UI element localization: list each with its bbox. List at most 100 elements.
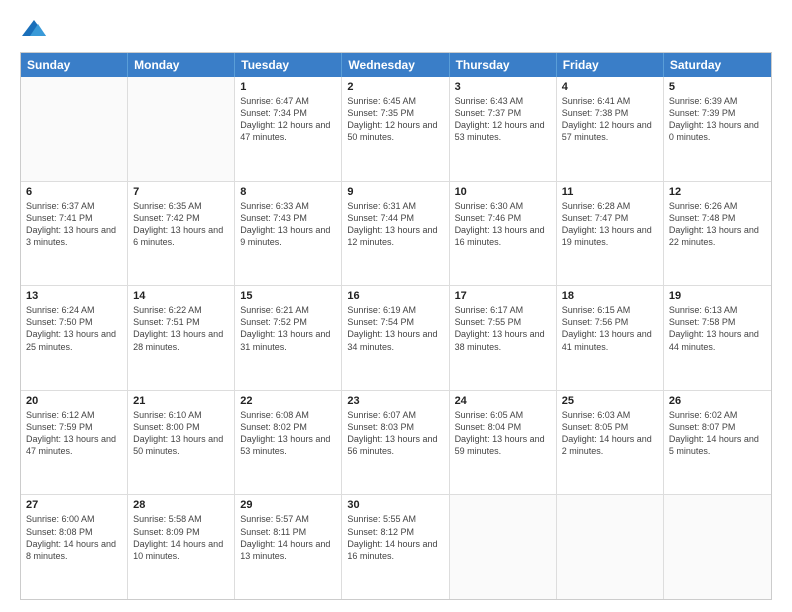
cell-detail: Sunrise: 6:30 AMSunset: 7:46 PMDaylight:… <box>455 200 551 249</box>
day-number: 11 <box>562 186 658 198</box>
calendar-cell: 18 Sunrise: 6:15 AMSunset: 7:56 PMDayligh… <box>557 286 664 390</box>
calendar: SundayMondayTuesdayWednesdayThursdayFrid… <box>20 52 772 600</box>
cell-detail: Sunrise: 6:33 AMSunset: 7:43 PMDaylight:… <box>240 200 336 249</box>
calendar-body: 1Sunrise: 6:47 AMSunset: 7:34 PMDaylight… <box>21 77 771 599</box>
calendar-cell <box>664 495 771 599</box>
calendar-cell: 24Sunrise: 6:05 AMSunset: 8:04 PMDayligh… <box>450 391 557 495</box>
calendar-cell: 2 Sunrise: 6:45 AMSunset: 7:35 PMDaylight… <box>342 77 449 181</box>
calendar-row-4: 20 Sunrise: 6:12 AMSunset: 7:59 PMDayligh… <box>21 391 771 496</box>
day-number: 3 <box>455 81 551 93</box>
day-number: 18 <box>562 290 658 302</box>
cell-detail: Sunrise: 6:05 AMSunset: 8:04 PMDaylight:… <box>455 409 551 458</box>
day-header-sunday: Sunday <box>21 53 128 77</box>
day-header-tuesday: Tuesday <box>235 53 342 77</box>
calendar-cell: 1Sunrise: 6:47 AMSunset: 7:34 PMDaylight… <box>235 77 342 181</box>
calendar-cell <box>450 495 557 599</box>
day-number: 10 <box>455 186 551 198</box>
calendar-cell: 27 Sunrise: 6:00 AMSunset: 8:08 PMDayligh… <box>21 495 128 599</box>
day-header-monday: Monday <box>128 53 235 77</box>
day-number: 26 <box>669 395 766 407</box>
cell-detail: Sunrise: 6:43 AMSunset: 7:37 PMDaylight:… <box>455 95 551 144</box>
day-number: 16 <box>347 290 443 302</box>
calendar-cell <box>21 77 128 181</box>
calendar-row-5: 27 Sunrise: 6:00 AMSunset: 8:08 PMDayligh… <box>21 495 771 599</box>
cell-detail: Sunrise: 6:26 AMSunset: 7:48 PMDaylight:… <box>669 200 766 249</box>
cell-detail: Sunrise: 6:02 AMSunset: 8:07 PMDaylight:… <box>669 409 766 458</box>
day-number: 28 <box>133 499 229 511</box>
day-header-saturday: Saturday <box>664 53 771 77</box>
day-number: 14 <box>133 290 229 302</box>
cell-detail: Sunrise: 6:00 AMSunset: 8:08 PMDaylight:… <box>26 513 122 562</box>
day-number: 2 <box>347 81 443 93</box>
calendar-cell: 26 Sunrise: 6:02 AMSunset: 8:07 PMDayligh… <box>664 391 771 495</box>
cell-detail: Sunrise: 6:08 AMSunset: 8:02 PMDaylight:… <box>240 409 336 458</box>
calendar-cell: 3 Sunrise: 6:43 AMSunset: 7:37 PMDaylight… <box>450 77 557 181</box>
cell-detail: Sunrise: 6:19 AMSunset: 7:54 PMDaylight:… <box>347 304 443 353</box>
cell-detail: Sunrise: 6:35 AMSunset: 7:42 PMDaylight:… <box>133 200 229 249</box>
page: SundayMondayTuesdayWednesdayThursdayFrid… <box>0 0 792 612</box>
cell-detail: Sunrise: 6:03 AMSunset: 8:05 PMDaylight:… <box>562 409 658 458</box>
day-number: 22 <box>240 395 336 407</box>
calendar-cell: 4 Sunrise: 6:41 AMSunset: 7:38 PMDaylight… <box>557 77 664 181</box>
calendar-cell: 30Sunrise: 5:55 AMSunset: 8:12 PMDayligh… <box>342 495 449 599</box>
cell-detail: Sunrise: 6:12 AMSunset: 7:59 PMDaylight:… <box>26 409 122 458</box>
calendar-cell: 12 Sunrise: 6:26 AMSunset: 7:48 PMDayligh… <box>664 182 771 286</box>
cell-detail: Sunrise: 6:41 AMSunset: 7:38 PMDaylight:… <box>562 95 658 144</box>
day-number: 21 <box>133 395 229 407</box>
day-header-thursday: Thursday <box>450 53 557 77</box>
cell-detail: Sunrise: 6:17 AMSunset: 7:55 PMDaylight:… <box>455 304 551 353</box>
cell-detail: Sunrise: 6:39 AMSunset: 7:39 PMDaylight:… <box>669 95 766 144</box>
calendar-cell <box>557 495 664 599</box>
day-number: 19 <box>669 290 766 302</box>
calendar-cell: 19Sunrise: 6:13 AMSunset: 7:58 PMDayligh… <box>664 286 771 390</box>
calendar-header: SundayMondayTuesdayWednesdayThursdayFrid… <box>21 53 771 77</box>
cell-detail: Sunrise: 6:10 AMSunset: 8:00 PMDaylight:… <box>133 409 229 458</box>
day-number: 17 <box>455 290 551 302</box>
day-number: 13 <box>26 290 122 302</box>
calendar-cell: 28 Sunrise: 5:58 AMSunset: 8:09 PMDayligh… <box>128 495 235 599</box>
header <box>20 16 772 44</box>
cell-detail: Sunrise: 6:21 AMSunset: 7:52 PMDaylight:… <box>240 304 336 353</box>
calendar-cell: 15 Sunrise: 6:21 AMSunset: 7:52 PMDayligh… <box>235 286 342 390</box>
calendar-cell: 9Sunrise: 6:31 AMSunset: 7:44 PMDaylight… <box>342 182 449 286</box>
day-number: 25 <box>562 395 658 407</box>
logo <box>20 16 52 44</box>
calendar-row-2: 6Sunrise: 6:37 AMSunset: 7:41 PMDaylight… <box>21 182 771 287</box>
cell-detail: Sunrise: 6:28 AMSunset: 7:47 PMDaylight:… <box>562 200 658 249</box>
cell-detail: Sunrise: 5:57 AMSunset: 8:11 PMDaylight:… <box>240 513 336 562</box>
day-number: 27 <box>26 499 122 511</box>
cell-detail: Sunrise: 6:07 AMSunset: 8:03 PMDaylight:… <box>347 409 443 458</box>
calendar-cell: 21 Sunrise: 6:10 AMSunset: 8:00 PMDayligh… <box>128 391 235 495</box>
day-number: 23 <box>347 395 443 407</box>
calendar-cell: 7 Sunrise: 6:35 AMSunset: 7:42 PMDaylight… <box>128 182 235 286</box>
calendar-cell: 10 Sunrise: 6:30 AMSunset: 7:46 PMDayligh… <box>450 182 557 286</box>
day-number: 9 <box>347 186 443 198</box>
day-number: 1 <box>240 81 336 93</box>
cell-detail: Sunrise: 6:45 AMSunset: 7:35 PMDaylight:… <box>347 95 443 144</box>
calendar-row-3: 13Sunrise: 6:24 AMSunset: 7:50 PMDayligh… <box>21 286 771 391</box>
day-number: 8 <box>240 186 336 198</box>
calendar-cell: 14 Sunrise: 6:22 AMSunset: 7:51 PMDayligh… <box>128 286 235 390</box>
day-number: 20 <box>26 395 122 407</box>
day-header-wednesday: Wednesday <box>342 53 449 77</box>
calendar-cell: 22 Sunrise: 6:08 AMSunset: 8:02 PMDayligh… <box>235 391 342 495</box>
calendar-cell: 6Sunrise: 6:37 AMSunset: 7:41 PMDaylight… <box>21 182 128 286</box>
cell-detail: Sunrise: 5:55 AMSunset: 8:12 PMDaylight:… <box>347 513 443 562</box>
day-number: 5 <box>669 81 766 93</box>
calendar-cell: 23 Sunrise: 6:07 AMSunset: 8:03 PMDayligh… <box>342 391 449 495</box>
calendar-cell <box>128 77 235 181</box>
day-number: 7 <box>133 186 229 198</box>
calendar-cell: 5 Sunrise: 6:39 AMSunset: 7:39 PMDaylight… <box>664 77 771 181</box>
calendar-cell: 11 Sunrise: 6:28 AMSunset: 7:47 PMDayligh… <box>557 182 664 286</box>
cell-detail: Sunrise: 6:15 AMSunset: 7:56 PMDaylight:… <box>562 304 658 353</box>
calendar-cell: 20 Sunrise: 6:12 AMSunset: 7:59 PMDayligh… <box>21 391 128 495</box>
day-number: 4 <box>562 81 658 93</box>
day-number: 12 <box>669 186 766 198</box>
calendar-cell: 8 Sunrise: 6:33 AMSunset: 7:43 PMDaylight… <box>235 182 342 286</box>
day-number: 15 <box>240 290 336 302</box>
cell-detail: Sunrise: 5:58 AMSunset: 8:09 PMDaylight:… <box>133 513 229 562</box>
calendar-cell: 17 Sunrise: 6:17 AMSunset: 7:55 PMDayligh… <box>450 286 557 390</box>
day-number: 29 <box>240 499 336 511</box>
day-header-friday: Friday <box>557 53 664 77</box>
cell-detail: Sunrise: 6:22 AMSunset: 7:51 PMDaylight:… <box>133 304 229 353</box>
